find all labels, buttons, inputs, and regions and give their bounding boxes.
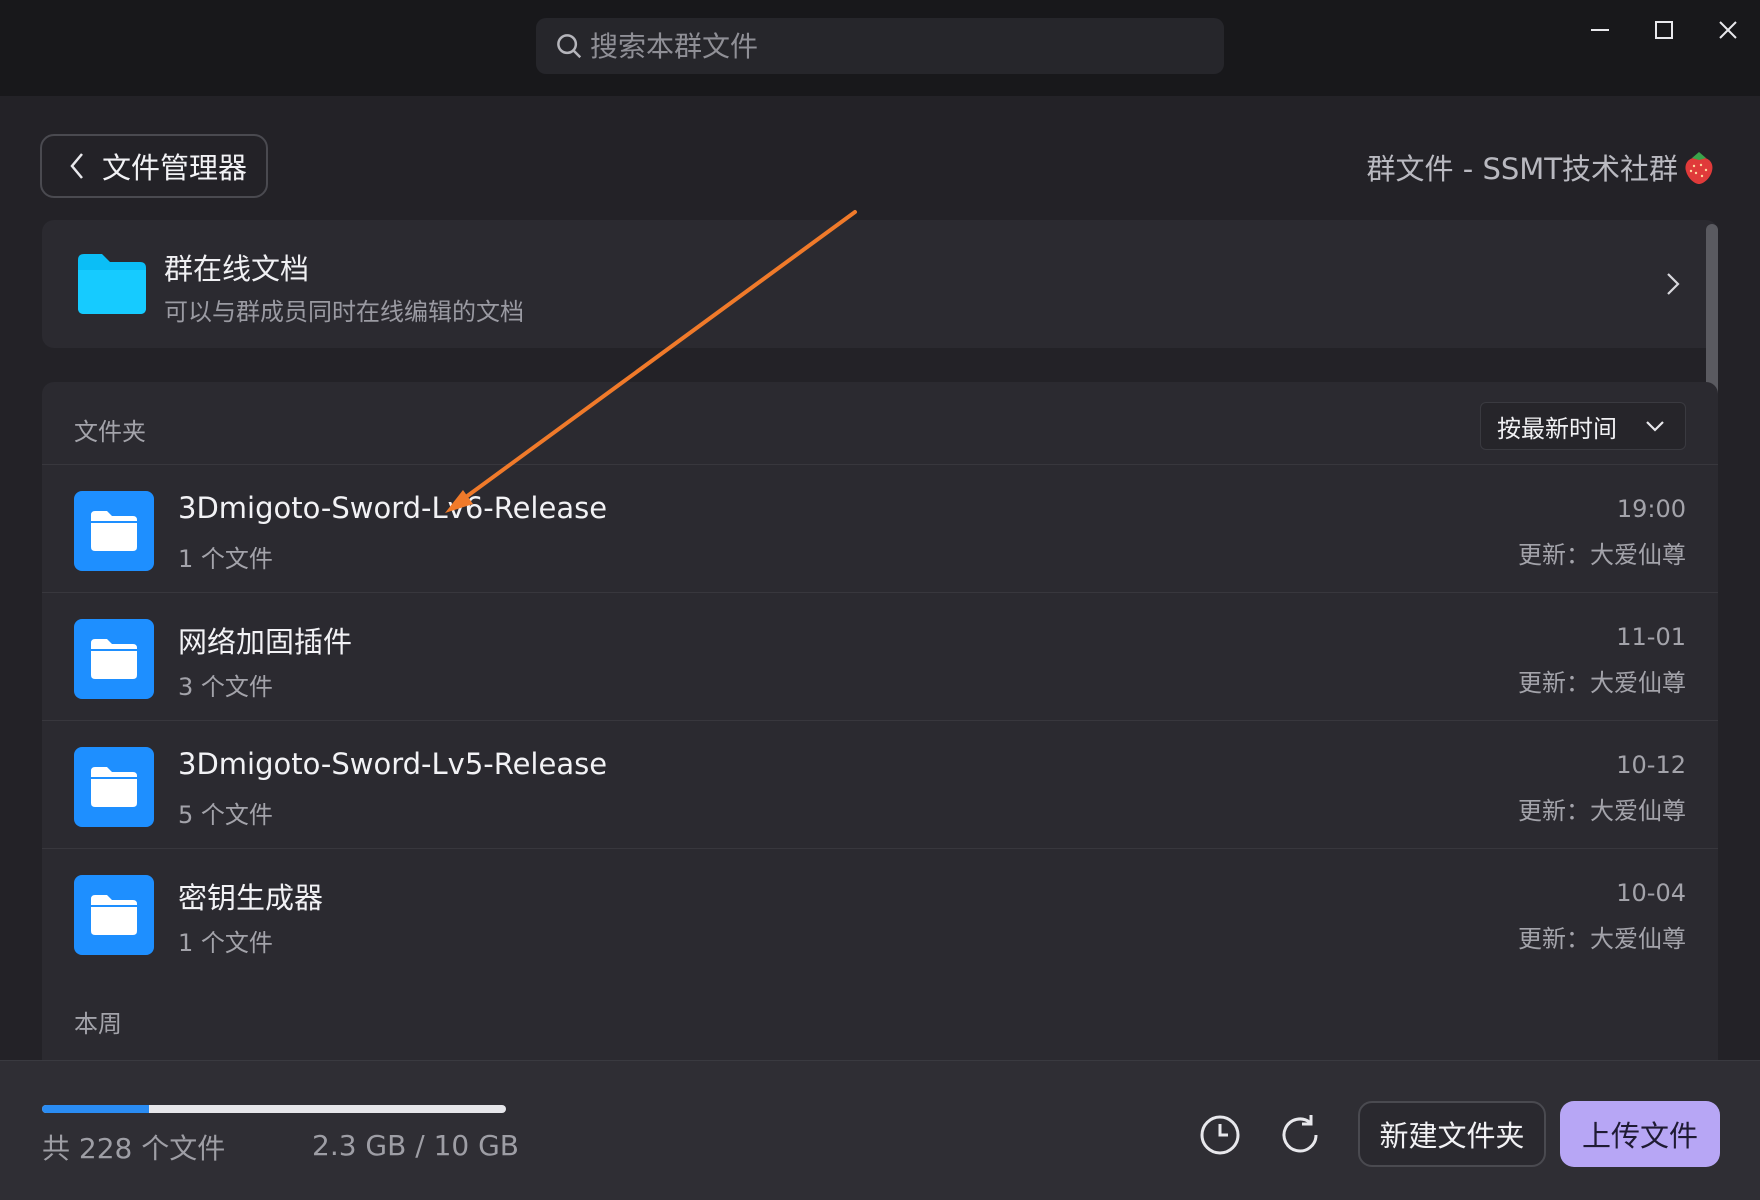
folder-row[interactable]: 网络加固插件 3 个文件 11-01 更新：大爱仙尊 (42, 592, 1718, 720)
folder-name: 3Dmigoto-Sword-Lv5-Release (178, 747, 608, 781)
storage-progress-fill (42, 1105, 149, 1113)
new-folder-button[interactable]: 新建文件夹 (1358, 1101, 1546, 1167)
group-title-text: 群文件 - SSMT技术社群 (1366, 152, 1678, 186)
sort-dropdown[interactable]: 按最新时间 (1480, 402, 1686, 450)
maximize-icon (1655, 21, 1673, 39)
folder-file-count: 3 个文件 (178, 673, 273, 701)
folder-file-count: 1 个文件 (178, 545, 273, 573)
folder-icon (74, 875, 154, 955)
folder-icon (78, 254, 146, 314)
refresh-icon[interactable] (1276, 1111, 1324, 1159)
minimize-icon (1591, 29, 1609, 31)
week-section-label: 本周 (74, 1010, 122, 1038)
folder-file-count: 5 个文件 (178, 801, 273, 829)
folder-name: 3Dmigoto-Sword-Lv6-Release (178, 491, 608, 525)
search-input[interactable] (590, 29, 1190, 63)
main-panel: 文件管理器 群文件 - SSMT技术社群 群在线文档 可以与群成员同时在线编辑的… (0, 96, 1760, 1060)
folder-updated-by: 更新：大爱仙尊 (1518, 541, 1686, 569)
folder-row[interactable]: 3Dmigoto-Sword-Lv6-Release 1 个文件 19:00 更… (42, 464, 1718, 592)
folder-date: 19:00 (1616, 495, 1686, 523)
storage-usage: 2.3 GB / 10 GB (312, 1129, 520, 1162)
folder-name: 密钥生成器 (178, 881, 324, 915)
folder-updated-by: 更新：大爱仙尊 (1518, 669, 1686, 697)
chevron-right-icon (1667, 273, 1680, 295)
folder-icon (74, 747, 154, 827)
chevron-down-icon (1646, 421, 1664, 432)
folders-section-label: 文件夹 (74, 418, 146, 446)
folder-row[interactable]: 3Dmigoto-Sword-Lv5-Release 5 个文件 10-12 更… (42, 720, 1718, 848)
close-button[interactable] (1704, 10, 1752, 50)
minimize-button[interactable] (1576, 10, 1624, 50)
storage-progress-bar (42, 1105, 506, 1113)
history-icon[interactable] (1196, 1111, 1244, 1159)
folder-name: 网络加固插件 (178, 625, 353, 659)
folder-updated-by: 更新：大爱仙尊 (1518, 797, 1686, 825)
online-docs-subtitle: 可以与群成员同时在线编辑的文档 (164, 298, 524, 326)
folder-date: 11-01 (1616, 623, 1686, 651)
online-docs-card[interactable]: 群在线文档 可以与群成员同时在线编辑的文档 (42, 220, 1718, 348)
close-icon (1719, 21, 1737, 39)
file-list-panel: 文件夹 按最新时间 3Dmigoto-Sword-Lv6-Release 1 个… (42, 382, 1718, 1060)
folder-date: 10-04 (1616, 879, 1686, 907)
folder-updated-by: 更新：大爱仙尊 (1518, 925, 1686, 953)
folder-date: 10-12 (1616, 751, 1686, 779)
sort-dropdown-label: 按最新时间 (1497, 414, 1617, 443)
search-box[interactable] (536, 18, 1224, 74)
online-docs-title: 群在线文档 (164, 252, 310, 286)
group-title: 群文件 - SSMT技术社群 (1367, 146, 1716, 188)
upload-file-button[interactable]: 上传文件 (1560, 1101, 1720, 1167)
strawberry-icon (1685, 152, 1713, 184)
folder-row[interactable]: 密钥生成器 1 个文件 10-04 更新：大爱仙尊 (42, 848, 1718, 976)
title-bar (0, 0, 1760, 96)
total-files-count: 共 228 个文件 (42, 1132, 226, 1165)
folder-icon (74, 619, 154, 699)
folder-icon (74, 491, 154, 571)
chevron-left-icon (70, 153, 83, 179)
maximize-button[interactable] (1640, 10, 1688, 50)
footer-bar: 共 228 个文件 2.3 GB / 10 GB 新建文件夹 上传文件 (0, 1060, 1760, 1200)
search-icon (557, 34, 582, 59)
back-button[interactable]: 文件管理器 (40, 134, 268, 198)
folder-file-count: 1 个文件 (178, 929, 273, 957)
back-button-label: 文件管理器 (102, 151, 248, 185)
